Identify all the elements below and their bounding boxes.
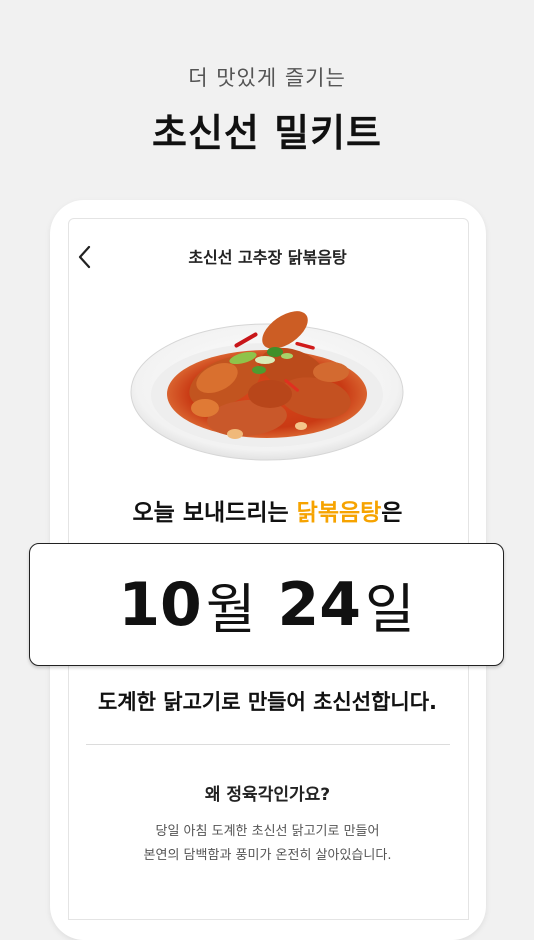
intro-headline: 초신선 밀키트 [152,111,382,155]
dish-image [130,311,404,461]
delivery-month-unit: 월 [205,578,256,641]
delivery-month: 10 [118,569,202,640]
delivery-date-card: 10 월 24 일 [29,543,504,666]
why-line: 당일 아침 도계한 초신선 닭고기로 만들어 [155,824,380,839]
delivery-suffix: 은 [381,500,403,526]
section-divider [86,744,450,745]
delivery-day-unit: 일 [365,578,415,641]
why-title: 왜 정육각인가요? [204,785,331,805]
delivery-dish-name: 닭볶음탕 [296,500,382,526]
intro-eyebrow: 더 맛있게 즐기는 [188,66,346,90]
delivery-line: 오늘 보내드리는 닭볶음탕은 [68,493,467,527]
delivery-prefix: 오늘 보내드리는 [132,500,297,526]
why-line: 본연의 담백함과 풍미가 온전히 살아있습니다. [143,848,392,863]
delivery-day: 24 [277,569,362,640]
why-body: 당일 아침 도계한 초신선 닭고기로 만들어 본연의 담백함과 풍미가 온전히 … [68,820,467,868]
freshness-statement: 도계한 닭고기로 만들어 초신선합니다. [97,690,438,714]
screen-title: 초신선 고추장 닭볶음탕 [188,248,347,267]
